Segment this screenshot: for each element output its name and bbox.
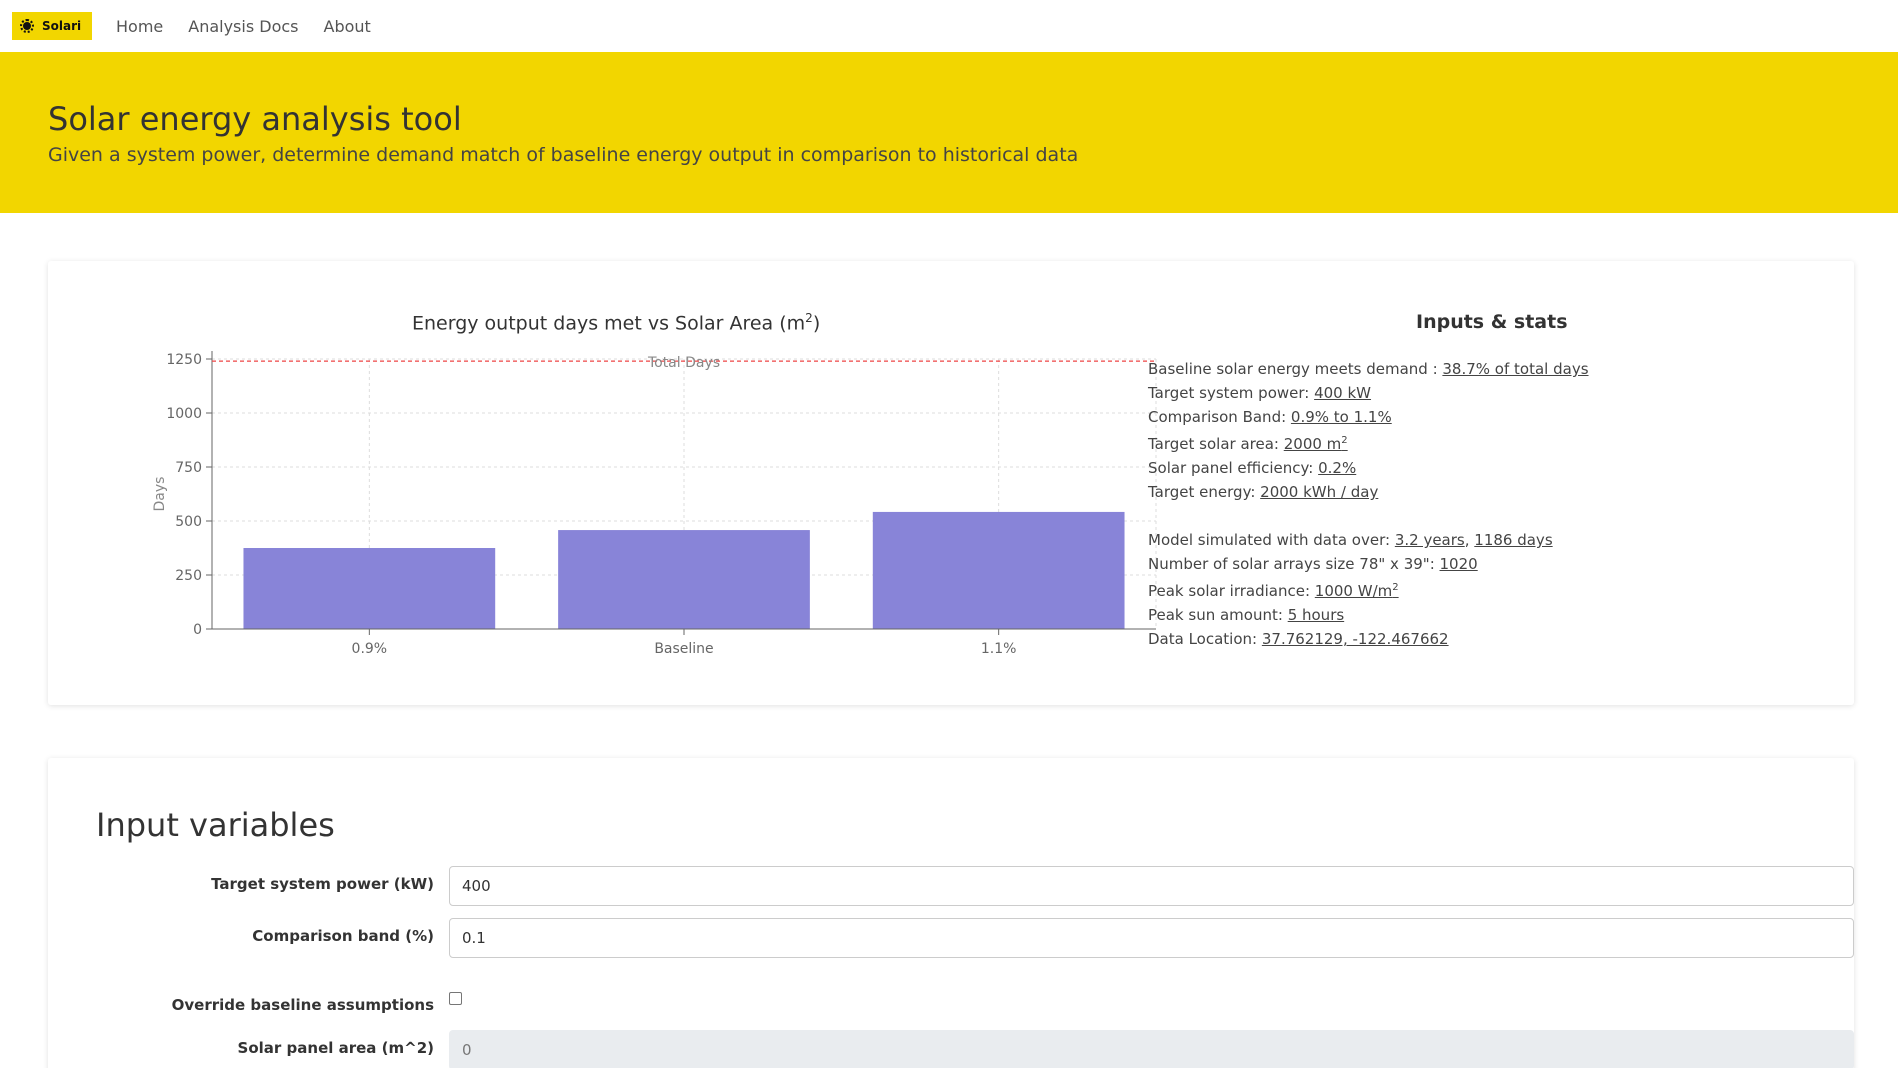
y-tick-label: 1250: [166, 352, 202, 368]
y-tick-label: 500: [175, 514, 202, 530]
stat-efficiency: Solar panel efficiency: 0.2%: [1148, 459, 1357, 477]
override-checkbox[interactable]: [449, 992, 462, 1005]
nav-link-about[interactable]: About: [324, 17, 371, 36]
power-input[interactable]: [449, 866, 1854, 906]
bar-chart: 0 250 500 750 1000 1250 0.9% Baseline 1.1% Total …: [152, 351, 1157, 657]
brand-logo[interactable]: Solari: [12, 12, 92, 40]
stats-list: Baseline solar energy meets demand : 38.…: [1148, 357, 1589, 651]
override-label: Override baseline assumptions: [171, 996, 434, 1014]
stat-irradiance: Peak solar irradiance: 1000 W/m2: [1148, 582, 1399, 600]
y-tick-label: 250: [175, 568, 202, 584]
band-input[interactable]: [449, 918, 1854, 958]
stat-efficiency-value[interactable]: 0.2%: [1318, 459, 1356, 477]
x-tick-label: Baseline: [654, 641, 713, 657]
sun-icon: [20, 19, 34, 33]
stat-sim-years[interactable]: 3.2 years: [1395, 531, 1465, 549]
page-subtitle: Given a system power, determine demand m…: [48, 144, 1079, 166]
bar-1-1-: [872, 511, 1125, 629]
stat-location-value[interactable]: 37.762129, -122.467662: [1262, 630, 1449, 648]
total-days-label: Total Days: [647, 355, 720, 371]
bar-0-9-: [243, 548, 496, 629]
stat-area-value[interactable]: 2000 m2: [1284, 435, 1348, 453]
stat-sim-days[interactable]: 1186 days: [1474, 531, 1552, 549]
input-variables-title: Input variables: [96, 806, 335, 844]
y-tick-label: 750: [175, 460, 202, 476]
stat-power-value[interactable]: 400 kW: [1314, 384, 1371, 402]
stat-simulation: Model simulated with data over: 3.2 year…: [1148, 531, 1553, 549]
stat-area: Target solar area: 2000 m2: [1148, 435, 1348, 453]
stat-sun-value[interactable]: 5 hours: [1288, 606, 1344, 624]
stat-energy: Target energy: 2000 kWh / day: [1148, 483, 1379, 501]
nav-link-home[interactable]: Home: [116, 17, 163, 36]
input-variables-card: Input variables Target system power (kW)…: [48, 758, 1854, 1068]
x-tick-label: 1.1%: [981, 641, 1017, 657]
y-tick-label: 0: [193, 622, 202, 638]
x-tick-label: 0.9%: [352, 641, 388, 657]
stat-energy-value[interactable]: 2000 kWh / day: [1260, 483, 1378, 501]
power-label: Target system power (kW): [211, 875, 434, 893]
chart-title: Energy output days met vs Solar Area (m2…: [412, 311, 821, 335]
stat-arrays-value[interactable]: 1020: [1440, 555, 1478, 573]
nav-link-analysis-docs[interactable]: Analysis Docs: [188, 17, 298, 36]
y-tick-label: 1000: [166, 406, 202, 422]
results-card: Energy output days met vs Solar Area (m2…: [48, 261, 1854, 705]
hero-banner: Solar energy analysis tool Given a syste…: [0, 52, 1898, 213]
stat-baseline-value[interactable]: 38.7% of total days: [1442, 360, 1588, 378]
band-label: Comparison band (%): [252, 927, 434, 945]
stats-title: Inputs & stats: [1416, 311, 1568, 333]
page-title: Solar energy analysis tool: [48, 100, 462, 138]
stat-location: Data Location: 37.762129, -122.467662: [1148, 630, 1449, 648]
stat-sun: Peak sun amount: 5 hours: [1148, 606, 1345, 624]
brand-name: Solari: [42, 19, 82, 33]
stat-band-value[interactable]: 0.9% to 1.1%: [1291, 408, 1392, 426]
area-input[interactable]: [449, 1030, 1854, 1068]
stat-baseline: Baseline solar energy meets demand : 38.…: [1148, 360, 1589, 378]
stat-power: Target system power: 400 kW: [1148, 384, 1372, 402]
navbar: Solari Home Analysis Docs About: [0, 0, 1898, 52]
stat-arrays: Number of solar arrays size 78" x 39": 1…: [1148, 555, 1478, 573]
nav-links: Home Analysis Docs About: [116, 0, 371, 52]
bar-baseline: [558, 530, 810, 629]
area-label: Solar panel area (m^2): [237, 1039, 434, 1057]
y-axis-label: Days: [152, 477, 168, 512]
stat-irradiance-value[interactable]: 1000 W/m2: [1315, 582, 1399, 600]
stat-band: Comparison Band: 0.9% to 1.1%: [1148, 408, 1392, 426]
stats-spacer: [1148, 504, 1589, 528]
